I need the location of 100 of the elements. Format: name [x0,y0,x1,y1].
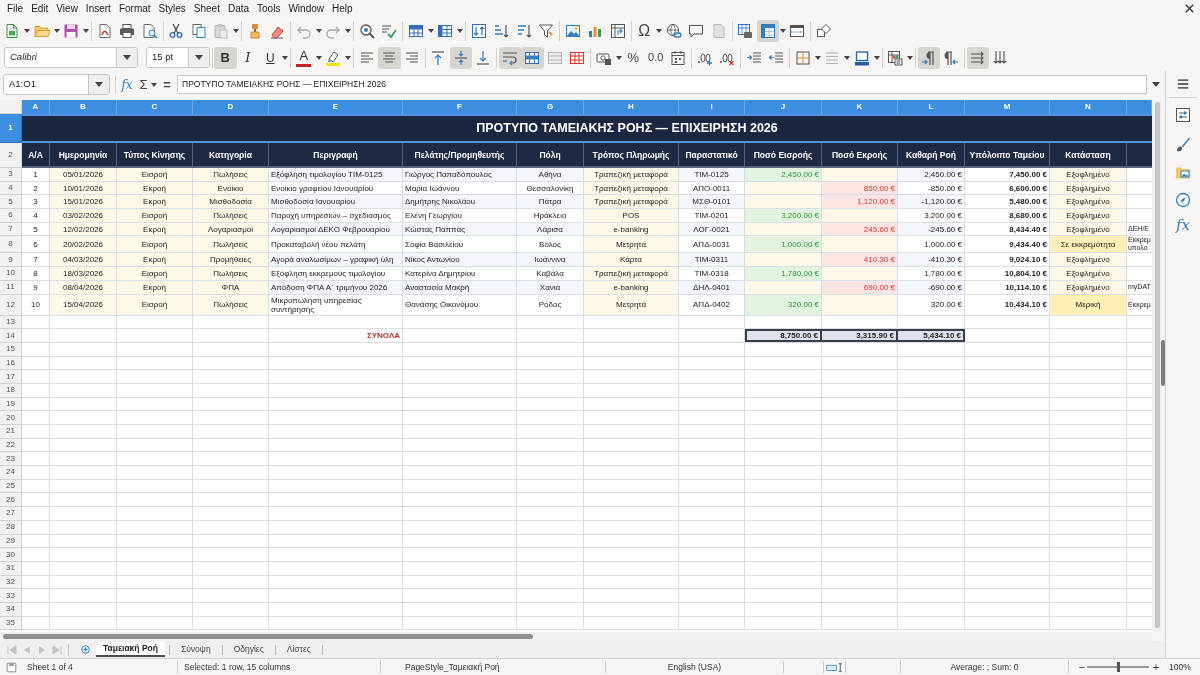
align-top-icon[interactable] [430,49,447,66]
menu-icon[interactable] [1176,77,1190,91]
border-color-icon[interactable] [853,49,870,66]
close-icon[interactable] [1184,4,1194,13]
caret-icon[interactable] [345,28,351,33]
menu-item[interactable]: Format [114,1,155,16]
horizontal-scrollbar[interactable] [0,632,1152,641]
print-area-icon[interactable] [737,22,754,39]
brush-icon[interactable] [1175,136,1191,152]
dropdown-button[interactable] [116,48,137,67]
merge-center-button[interactable] [521,46,544,69]
zoom-in-button[interactable]: + [1149,661,1163,673]
zoom-out-button[interactable]: − [1077,661,1087,673]
new-document-icon[interactable] [4,22,21,39]
caret-icon[interactable] [656,28,662,33]
freeze-panes-button[interactable] [756,19,779,42]
dropdown-button[interactable] [88,75,109,94]
row-header[interactable]: 9 [0,253,22,268]
row-header[interactable]: 27 [0,507,22,521]
caret-icon[interactable] [1152,82,1160,87]
text-direction-button[interactable] [966,46,989,69]
dropdown-button[interactable] [188,48,209,67]
image-icon[interactable] [564,22,581,39]
row-header[interactable]: 30 [0,548,22,562]
menu-item[interactable]: Styles [154,1,190,16]
function-wizard-button[interactable]: fx [119,74,135,95]
row-header[interactable]: 2 [0,143,22,168]
conditional-format-icon[interactable] [887,49,904,66]
caret-icon[interactable] [53,28,60,33]
font-size-field[interactable]: 15 pt [146,47,210,68]
copy-icon[interactable] [190,22,207,39]
sheet-tab[interactable]: Λίστες [279,642,318,657]
sheet-tab[interactable]: Σύνοψη [173,642,218,657]
pilcrow-left-icon[interactable] [943,49,960,66]
calendar-icon[interactable] [670,49,687,66]
percent-button[interactable]: % [622,46,645,69]
spelling-icon[interactable] [381,22,398,39]
row-header[interactable]: 26 [0,493,22,508]
find-replace-icon[interactable] [358,22,375,39]
font-name-field[interactable]: Calibri [4,47,138,68]
row-header[interactable]: 17 [0,370,22,384]
split-window-icon[interactable] [789,22,806,39]
caret-icon[interactable] [150,82,157,87]
slider-thumb[interactable] [1116,662,1120,672]
caret-icon[interactable] [315,55,322,60]
print-icon[interactable] [119,22,136,39]
indent-icon[interactable] [745,49,762,66]
caret-icon[interactable] [779,28,786,33]
align-bottom-icon[interactable] [475,49,492,66]
caret-icon[interactable] [233,28,239,33]
row-header[interactable]: 21 [0,425,22,439]
caret-icon[interactable] [814,55,821,60]
caret-icon[interactable] [282,55,288,60]
row-header[interactable]: 23 [0,452,22,467]
menu-item[interactable]: Sheet [189,1,224,16]
merge-cells-icon[interactable] [546,49,563,66]
left-to-right-button[interactable] [917,46,940,69]
print-preview-icon[interactable] [141,22,158,39]
row-header[interactable]: 8 [0,236,22,254]
pdf-export-icon[interactable] [96,22,113,39]
caret-icon[interactable] [457,28,463,33]
sum-button[interactable]: Σ [137,74,150,95]
font-color-button[interactable]: A [296,48,312,67]
caret-icon[interactable] [907,55,913,60]
filter-icon[interactable] [538,22,555,39]
formula-button[interactable]: = [160,74,174,95]
table-column-icon[interactable] [437,22,454,39]
caret-icon[interactable] [83,28,89,33]
outdent-icon[interactable] [768,49,785,66]
sheet-tab[interactable]: Ταμειακή Ροή [96,642,165,657]
italic-button[interactable]: I [236,46,259,69]
row-header[interactable]: 5 [0,195,22,210]
unmerge-cells-icon[interactable] [569,49,586,66]
row-header[interactable]: 10 [0,267,22,281]
scrollbar-thumb[interactable] [1154,102,1160,628]
menu-item[interactable]: Window [284,1,328,16]
caret-icon[interactable] [844,55,850,60]
special-character-button[interactable]: Ω [633,19,656,42]
menu-item[interactable]: Insert [81,1,115,16]
vertical-text-icon[interactable] [992,49,1009,66]
menu-item[interactable]: Tools [253,1,285,16]
menu-item[interactable]: Help [328,1,357,16]
pivot-table-icon[interactable] [609,22,626,39]
document-status-icon[interactable] [5,661,17,673]
shapes-icon[interactable] [815,22,832,39]
sort-descending-icon[interactable] [515,22,532,39]
save-icon[interactable] [63,22,80,39]
sort-icon[interactable] [470,22,487,39]
comment-icon[interactable] [688,22,705,39]
row-header[interactable]: 24 [0,466,22,480]
compass-icon[interactable] [1175,192,1191,208]
underline-button[interactable]: U [259,46,282,69]
caret-icon[interactable] [427,28,434,33]
row-header[interactable]: 20 [0,411,22,425]
number-format-button[interactable]: 0.0 [644,46,667,69]
properties-icon[interactable] [1175,107,1191,123]
menu-item[interactable]: View [52,1,82,16]
highlighter-icon[interactable] [325,49,342,66]
add-sheet-icon[interactable] [81,645,90,654]
menu-item[interactable]: Data [223,1,254,16]
